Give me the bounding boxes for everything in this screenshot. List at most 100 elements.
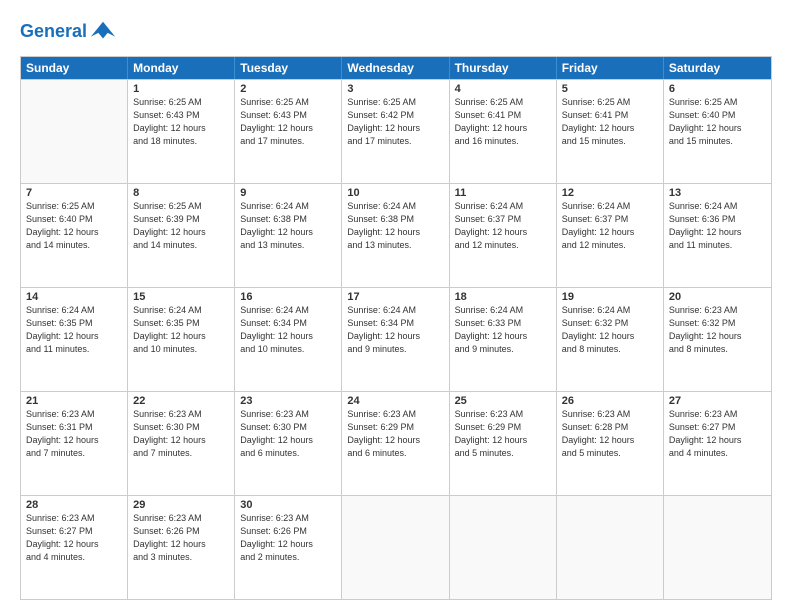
calendar-row-0: 1Sunrise: 6:25 AM Sunset: 6:43 PM Daylig…: [21, 79, 771, 183]
page: General SundayMondayTuesdayWednesdayThur…: [0, 0, 792, 612]
calendar-cell: 10Sunrise: 6:24 AM Sunset: 6:38 PM Dayli…: [342, 184, 449, 287]
calendar-row-4: 28Sunrise: 6:23 AM Sunset: 6:27 PM Dayli…: [21, 495, 771, 599]
weekday-header-sunday: Sunday: [21, 57, 128, 79]
calendar-cell: 8Sunrise: 6:25 AM Sunset: 6:39 PM Daylig…: [128, 184, 235, 287]
day-number: 29: [133, 499, 229, 511]
calendar-cell: 6Sunrise: 6:25 AM Sunset: 6:40 PM Daylig…: [664, 80, 771, 183]
day-info: Sunrise: 6:23 AM Sunset: 6:31 PM Dayligh…: [26, 408, 122, 460]
calendar-cell: 1Sunrise: 6:25 AM Sunset: 6:43 PM Daylig…: [128, 80, 235, 183]
day-number: 11: [455, 187, 551, 199]
calendar-row-2: 14Sunrise: 6:24 AM Sunset: 6:35 PM Dayli…: [21, 287, 771, 391]
day-info: Sunrise: 6:25 AM Sunset: 6:40 PM Dayligh…: [669, 96, 766, 148]
day-number: 8: [133, 187, 229, 199]
day-info: Sunrise: 6:23 AM Sunset: 6:32 PM Dayligh…: [669, 304, 766, 356]
logo-text: General: [20, 22, 87, 42]
day-number: 18: [455, 291, 551, 303]
calendar-cell: 7Sunrise: 6:25 AM Sunset: 6:40 PM Daylig…: [21, 184, 128, 287]
calendar-cell: 26Sunrise: 6:23 AM Sunset: 6:28 PM Dayli…: [557, 392, 664, 495]
calendar-cell: 11Sunrise: 6:24 AM Sunset: 6:37 PM Dayli…: [450, 184, 557, 287]
calendar-cell: [664, 496, 771, 599]
day-number: 2: [240, 83, 336, 95]
day-number: 26: [562, 395, 658, 407]
calendar-cell: 20Sunrise: 6:23 AM Sunset: 6:32 PM Dayli…: [664, 288, 771, 391]
calendar-cell: 30Sunrise: 6:23 AM Sunset: 6:26 PM Dayli…: [235, 496, 342, 599]
day-info: Sunrise: 6:24 AM Sunset: 6:35 PM Dayligh…: [133, 304, 229, 356]
weekday-header-wednesday: Wednesday: [342, 57, 449, 79]
calendar-row-1: 7Sunrise: 6:25 AM Sunset: 6:40 PM Daylig…: [21, 183, 771, 287]
day-number: 14: [26, 291, 122, 303]
day-number: 17: [347, 291, 443, 303]
calendar-cell: 19Sunrise: 6:24 AM Sunset: 6:32 PM Dayli…: [557, 288, 664, 391]
day-number: 30: [240, 499, 336, 511]
calendar-cell: [342, 496, 449, 599]
calendar-row-3: 21Sunrise: 6:23 AM Sunset: 6:31 PM Dayli…: [21, 391, 771, 495]
calendar-cell: 4Sunrise: 6:25 AM Sunset: 6:41 PM Daylig…: [450, 80, 557, 183]
day-number: 19: [562, 291, 658, 303]
calendar-header: SundayMondayTuesdayWednesdayThursdayFrid…: [21, 57, 771, 79]
calendar-cell: 25Sunrise: 6:23 AM Sunset: 6:29 PM Dayli…: [450, 392, 557, 495]
day-info: Sunrise: 6:25 AM Sunset: 6:40 PM Dayligh…: [26, 200, 122, 252]
day-number: 10: [347, 187, 443, 199]
calendar-cell: 22Sunrise: 6:23 AM Sunset: 6:30 PM Dayli…: [128, 392, 235, 495]
calendar: SundayMondayTuesdayWednesdayThursdayFrid…: [20, 56, 772, 600]
calendar-cell: [557, 496, 664, 599]
day-info: Sunrise: 6:24 AM Sunset: 6:38 PM Dayligh…: [240, 200, 336, 252]
day-number: 1: [133, 83, 229, 95]
day-info: Sunrise: 6:23 AM Sunset: 6:26 PM Dayligh…: [133, 512, 229, 564]
weekday-header-monday: Monday: [128, 57, 235, 79]
day-info: Sunrise: 6:24 AM Sunset: 6:35 PM Dayligh…: [26, 304, 122, 356]
day-number: 5: [562, 83, 658, 95]
day-number: 27: [669, 395, 766, 407]
day-info: Sunrise: 6:23 AM Sunset: 6:30 PM Dayligh…: [240, 408, 336, 460]
day-info: Sunrise: 6:23 AM Sunset: 6:29 PM Dayligh…: [455, 408, 551, 460]
calendar-body: 1Sunrise: 6:25 AM Sunset: 6:43 PM Daylig…: [21, 79, 771, 599]
day-info: Sunrise: 6:23 AM Sunset: 6:27 PM Dayligh…: [669, 408, 766, 460]
day-number: 28: [26, 499, 122, 511]
day-info: Sunrise: 6:25 AM Sunset: 6:41 PM Dayligh…: [455, 96, 551, 148]
calendar-cell: 29Sunrise: 6:23 AM Sunset: 6:26 PM Dayli…: [128, 496, 235, 599]
day-number: 15: [133, 291, 229, 303]
calendar-cell: 27Sunrise: 6:23 AM Sunset: 6:27 PM Dayli…: [664, 392, 771, 495]
day-info: Sunrise: 6:23 AM Sunset: 6:26 PM Dayligh…: [240, 512, 336, 564]
calendar-cell: 23Sunrise: 6:23 AM Sunset: 6:30 PM Dayli…: [235, 392, 342, 495]
day-info: Sunrise: 6:24 AM Sunset: 6:37 PM Dayligh…: [455, 200, 551, 252]
weekday-header-friday: Friday: [557, 57, 664, 79]
logo-bird-icon: [89, 18, 117, 46]
day-info: Sunrise: 6:24 AM Sunset: 6:32 PM Dayligh…: [562, 304, 658, 356]
day-number: 20: [669, 291, 766, 303]
day-info: Sunrise: 6:24 AM Sunset: 6:37 PM Dayligh…: [562, 200, 658, 252]
calendar-cell: 3Sunrise: 6:25 AM Sunset: 6:42 PM Daylig…: [342, 80, 449, 183]
day-info: Sunrise: 6:25 AM Sunset: 6:39 PM Dayligh…: [133, 200, 229, 252]
weekday-header-thursday: Thursday: [450, 57, 557, 79]
day-number: 6: [669, 83, 766, 95]
day-number: 23: [240, 395, 336, 407]
day-info: Sunrise: 6:23 AM Sunset: 6:29 PM Dayligh…: [347, 408, 443, 460]
calendar-cell: 18Sunrise: 6:24 AM Sunset: 6:33 PM Dayli…: [450, 288, 557, 391]
day-number: 13: [669, 187, 766, 199]
calendar-cell: 16Sunrise: 6:24 AM Sunset: 6:34 PM Dayli…: [235, 288, 342, 391]
calendar-cell: 14Sunrise: 6:24 AM Sunset: 6:35 PM Dayli…: [21, 288, 128, 391]
day-number: 9: [240, 187, 336, 199]
calendar-cell: 15Sunrise: 6:24 AM Sunset: 6:35 PM Dayli…: [128, 288, 235, 391]
day-info: Sunrise: 6:25 AM Sunset: 6:41 PM Dayligh…: [562, 96, 658, 148]
day-info: Sunrise: 6:23 AM Sunset: 6:28 PM Dayligh…: [562, 408, 658, 460]
day-number: 21: [26, 395, 122, 407]
day-number: 16: [240, 291, 336, 303]
day-info: Sunrise: 6:24 AM Sunset: 6:38 PM Dayligh…: [347, 200, 443, 252]
calendar-cell: [21, 80, 128, 183]
day-info: Sunrise: 6:25 AM Sunset: 6:43 PM Dayligh…: [133, 96, 229, 148]
calendar-cell: 2Sunrise: 6:25 AM Sunset: 6:43 PM Daylig…: [235, 80, 342, 183]
calendar-cell: 21Sunrise: 6:23 AM Sunset: 6:31 PM Dayli…: [21, 392, 128, 495]
calendar-cell: 9Sunrise: 6:24 AM Sunset: 6:38 PM Daylig…: [235, 184, 342, 287]
weekday-header-saturday: Saturday: [664, 57, 771, 79]
day-info: Sunrise: 6:24 AM Sunset: 6:34 PM Dayligh…: [240, 304, 336, 356]
header: General: [20, 18, 772, 46]
day-info: Sunrise: 6:25 AM Sunset: 6:42 PM Dayligh…: [347, 96, 443, 148]
day-info: Sunrise: 6:24 AM Sunset: 6:36 PM Dayligh…: [669, 200, 766, 252]
day-number: 24: [347, 395, 443, 407]
calendar-cell: 24Sunrise: 6:23 AM Sunset: 6:29 PM Dayli…: [342, 392, 449, 495]
calendar-cell: 13Sunrise: 6:24 AM Sunset: 6:36 PM Dayli…: [664, 184, 771, 287]
day-info: Sunrise: 6:24 AM Sunset: 6:34 PM Dayligh…: [347, 304, 443, 356]
day-info: Sunrise: 6:23 AM Sunset: 6:27 PM Dayligh…: [26, 512, 122, 564]
calendar-cell: [450, 496, 557, 599]
